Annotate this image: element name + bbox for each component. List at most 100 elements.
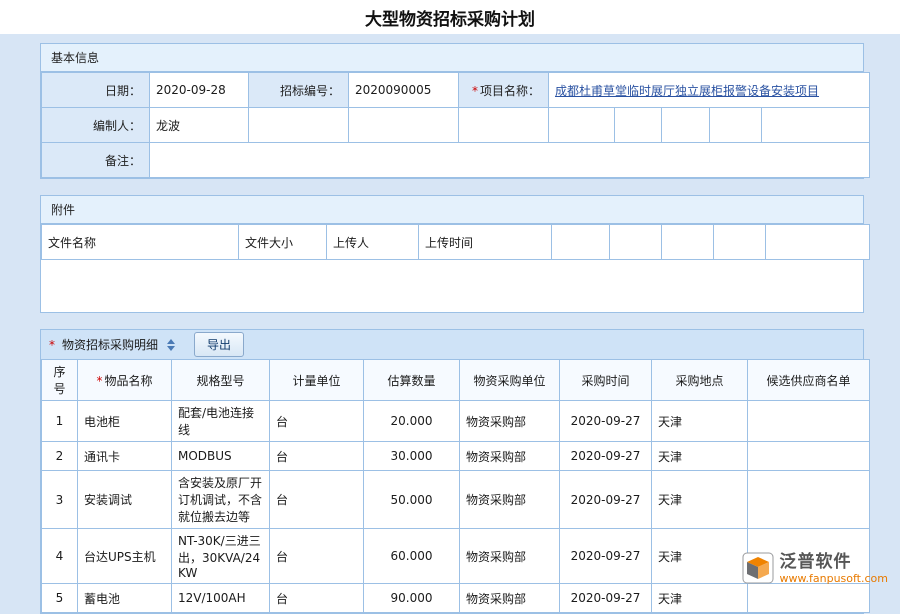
cell-spec: MODBUS xyxy=(172,442,270,471)
basic-info-table: 日期： 2020-09-28 招标编号： 2020090005 *项目名称： 成… xyxy=(41,72,870,178)
attachments-empty-area xyxy=(41,260,863,312)
table-row: 1 电池柜 配套/电池连接线 台 20.000 物资采购部 2020-09-27… xyxy=(42,401,870,442)
fanpu-watermark: 泛普软件 www.fanpusoft.com xyxy=(742,552,888,587)
detail-section-title: 物资招标采购明细 xyxy=(62,336,158,353)
cell-name: 安装调试 xyxy=(78,471,172,529)
attachments-header-row: 文件名称 文件大小 上传人 上传时间 xyxy=(42,225,870,260)
sort-arrows-icon[interactable] xyxy=(167,339,175,351)
col-header-dept: 物资采购单位 xyxy=(460,360,560,401)
col-header-supplier: 候选供应商名单 xyxy=(748,360,870,401)
cell-unit: 台 xyxy=(270,584,364,613)
cell-unit: 台 xyxy=(270,471,364,529)
cell-supplier xyxy=(748,401,870,442)
basic-info-row-2: 编制人： 龙波 xyxy=(42,108,870,143)
col-header-no: 序号 xyxy=(42,360,78,401)
cell-place: 天津 xyxy=(652,401,748,442)
attachments-section-title: 附件 xyxy=(41,196,863,224)
cell-dept: 物资采购部 xyxy=(460,471,560,529)
cell-qty: 90.000 xyxy=(364,584,460,613)
detail-toolbar: * 物资招标采购明细 导出 xyxy=(40,329,864,359)
col-header-name: *物品名称 xyxy=(78,360,172,401)
cell-place: 天津 xyxy=(652,471,748,529)
date-label: 日期： xyxy=(42,73,150,108)
cell-dept: 物资采购部 xyxy=(460,584,560,613)
cell-supplier xyxy=(748,471,870,529)
cell-name: 蓄电池 xyxy=(78,584,172,613)
cell-unit: 台 xyxy=(270,401,364,442)
remark-label: 备注： xyxy=(42,143,150,178)
empty-cell xyxy=(459,108,549,143)
cell-spec: 配套/电池连接线 xyxy=(172,401,270,442)
col-header-unit: 计量单位 xyxy=(270,360,364,401)
attach-header-filesize: 文件大小 xyxy=(239,225,327,260)
page-title: 大型物资招标采购计划 xyxy=(365,5,535,30)
fanpu-brand-text: 泛普软件 www.fanpusoft.com xyxy=(780,553,888,585)
empty-cell xyxy=(549,108,615,143)
cell-time: 2020-09-27 xyxy=(560,471,652,529)
detail-header-row: 序号 *物品名称 规格型号 计量单位 估算数量 物资采购单位 采购时间 采购地点… xyxy=(42,360,870,401)
fanpu-logo-icon xyxy=(742,552,774,587)
cell-name: 台达UPS主机 xyxy=(78,529,172,584)
basic-info-panel: 基本信息 日期： 2020-09-28 招标编号： 2020090005 *项目… xyxy=(40,43,864,179)
bid-no-label: 招标编号： xyxy=(249,73,349,108)
basic-info-section-title: 基本信息 xyxy=(41,44,863,72)
cell-qty: 20.000 xyxy=(364,401,460,442)
cell-no: 3 xyxy=(42,471,78,529)
col-header-time: 采购时间 xyxy=(560,360,652,401)
cell-unit: 台 xyxy=(270,529,364,584)
empty-cell xyxy=(249,108,349,143)
cell-time: 2020-09-27 xyxy=(560,529,652,584)
empty-cell xyxy=(662,225,714,260)
cell-qty: 50.000 xyxy=(364,471,460,529)
cell-supplier xyxy=(748,442,870,471)
bid-no-value: 2020090005 xyxy=(349,73,459,108)
brand-name: 泛普软件 xyxy=(780,553,888,573)
cell-place: 天津 xyxy=(652,529,748,584)
cell-qty: 30.000 xyxy=(364,442,460,471)
cell-spec: 12V/100AH xyxy=(172,584,270,613)
cell-qty: 60.000 xyxy=(364,529,460,584)
content: 基本信息 日期： 2020-09-28 招标编号： 2020090005 *项目… xyxy=(0,34,900,614)
col-header-spec: 规格型号 xyxy=(172,360,270,401)
date-value: 2020-09-28 xyxy=(150,73,249,108)
attachments-panel: 附件 文件名称 文件大小 上传人 上传时间 xyxy=(40,195,864,313)
table-row: 3 安装调试 含安装及原厂开订机调试，不含就位搬去边等 台 50.000 物资采… xyxy=(42,471,870,529)
empty-cell xyxy=(349,108,459,143)
cell-no: 4 xyxy=(42,529,78,584)
cell-name: 电池柜 xyxy=(78,401,172,442)
cell-name: 通讯卡 xyxy=(78,442,172,471)
cell-time: 2020-09-27 xyxy=(560,442,652,471)
basic-info-row-1: 日期： 2020-09-28 招标编号： 2020090005 *项目名称： 成… xyxy=(42,73,870,108)
col-header-place: 采购地点 xyxy=(652,360,748,401)
remark-value-cell xyxy=(150,143,870,178)
col-header-qty: 估算数量 xyxy=(364,360,460,401)
attach-header-uploadtime: 上传时间 xyxy=(419,225,552,260)
compiler-value: 龙波 xyxy=(150,108,249,143)
cell-supplier xyxy=(748,584,870,613)
project-label: *项目名称： xyxy=(459,73,549,108)
table-row: 2 通讯卡 MODBUS 台 30.000 物资采购部 2020-09-27 天… xyxy=(42,442,870,471)
cell-no: 1 xyxy=(42,401,78,442)
brand-url[interactable]: www.fanpusoft.com xyxy=(780,573,888,586)
cell-time: 2020-09-27 xyxy=(560,401,652,442)
attach-header-uploader: 上传人 xyxy=(327,225,419,260)
empty-cell xyxy=(710,108,762,143)
cell-no: 2 xyxy=(42,442,78,471)
cell-no: 5 xyxy=(42,584,78,613)
detail-panel: 序号 *物品名称 规格型号 计量单位 估算数量 物资采购单位 采购时间 采购地点… xyxy=(40,359,864,614)
cell-dept: 物资采购部 xyxy=(460,401,560,442)
cell-place: 天津 xyxy=(652,584,748,613)
basic-info-row-3: 备注： xyxy=(42,143,870,178)
cell-spec: 含安装及原厂开订机调试，不含就位搬去边等 xyxy=(172,471,270,529)
empty-cell xyxy=(610,225,662,260)
required-asterisk: * xyxy=(472,84,478,98)
cell-dept: 物资采购部 xyxy=(460,442,560,471)
compiler-label: 编制人： xyxy=(42,108,150,143)
table-row: 5 蓄电池 12V/100AH 台 90.000 物资采购部 2020-09-2… xyxy=(42,584,870,613)
project-link[interactable]: 成都杜甫草堂临时展厅独立展柜报警设备安装项目 xyxy=(555,84,819,98)
title-bar: 大型物资招标采购计划 xyxy=(0,0,900,34)
cell-time: 2020-09-27 xyxy=(560,584,652,613)
export-button[interactable]: 导出 xyxy=(194,332,244,357)
cell-place: 天津 xyxy=(652,442,748,471)
required-asterisk: * xyxy=(49,338,55,352)
